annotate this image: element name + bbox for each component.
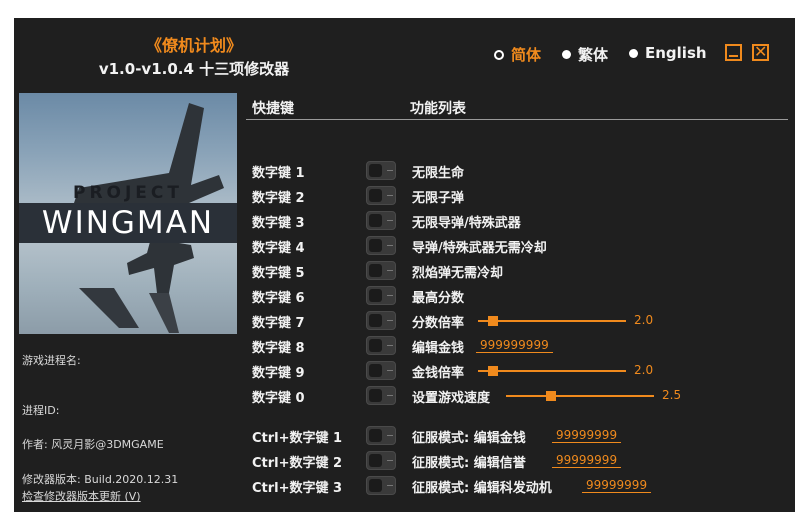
slider-thumb[interactable] [545, 391, 556, 401]
slider-value: 2.0 [634, 313, 654, 327]
cheat-toggle[interactable] [366, 451, 396, 470]
toggle-knob [369, 454, 382, 467]
cheat-toggle[interactable] [366, 236, 396, 255]
slider-thumb[interactable] [488, 316, 499, 326]
trainer-version-title: v1.0-v1.0.4 十三项修改器 [98, 60, 290, 78]
feature-label: 烈焰弹无需冷却 [412, 266, 504, 281]
cheat-toggle[interactable] [366, 311, 396, 330]
toggle-knob [369, 289, 382, 302]
cheat-row: 数字键 7 分数倍率 2.0 [14, 309, 795, 333]
cheat-row: 数字键 2 无限子弹 [14, 184, 795, 208]
lang-english[interactable]: English [629, 44, 707, 62]
slider-track[interactable] [478, 320, 626, 322]
toggle-knob [369, 239, 382, 252]
cheat-row: Ctrl+数字键 3 征服模式: 编辑科发动机 99999999 [14, 474, 795, 498]
hotkey-label: Ctrl+数字键 1 [252, 431, 343, 446]
cheat-toggle[interactable] [366, 361, 396, 380]
cheat-toggle[interactable] [366, 386, 396, 405]
slider-thumb[interactable] [488, 366, 499, 376]
value-edit-field[interactable]: 99999999 [552, 428, 622, 443]
feature-label: 金钱倍率 [412, 366, 465, 381]
feature-label: 无限子弹 [412, 191, 465, 206]
hotkey-label: 数字键 9 [252, 366, 305, 381]
feature-label: 编辑金钱 [412, 341, 465, 356]
slider-value: 2.5 [662, 388, 682, 402]
hotkey-label: 数字键 3 [252, 216, 305, 231]
hotkey-label: Ctrl+数字键 2 [252, 456, 343, 471]
feature-label: 设置游戏速度 [412, 391, 491, 406]
cheat-row: Ctrl+数字键 1 征服模式: 编辑金钱 99999999 [14, 424, 795, 448]
cheat-row: 数字键 3 无限导弹/特殊武器 [14, 209, 795, 233]
cheat-toggle[interactable] [366, 211, 396, 230]
cheat-row: 数字键 9 金钱倍率 2.0 [14, 359, 795, 383]
cheat-row: 数字键 6 最高分数 [14, 284, 795, 308]
feature-label: 分数倍率 [412, 316, 465, 331]
trainer-window: 《僚机计划》 v1.0-v1.0.4 十三项修改器 简体 繁体 English … [14, 18, 795, 512]
header-divider [246, 119, 788, 120]
hotkey-label: 数字键 0 [252, 391, 305, 406]
cheat-row: 数字键 8 编辑金钱 999999999 [14, 334, 795, 358]
radio-icon [562, 50, 571, 59]
value-edit-field[interactable]: 999999999 [476, 338, 553, 353]
feature-label: 导弹/特殊武器无需冷却 [412, 241, 547, 256]
cheat-toggle[interactable] [366, 476, 396, 495]
feature-label: 征服模式: 编辑信誉 [412, 456, 526, 471]
slider-track[interactable] [506, 395, 654, 397]
toggle-knob [369, 189, 382, 202]
cheat-toggle[interactable] [366, 336, 396, 355]
toggle-knob [369, 339, 382, 352]
cheat-row: 数字键 0 设置游戏速度 2.5 [14, 384, 795, 408]
toggle-knob [369, 364, 382, 377]
cheat-row: 数字键 5 烈焰弹无需冷却 [14, 259, 795, 283]
minimize-icon [729, 55, 738, 57]
close-icon: ✕ [754, 42, 768, 61]
game-title: 《僚机计划》 [145, 36, 242, 55]
toggle-knob [369, 214, 382, 227]
value-edit-field[interactable]: 99999999 [582, 478, 652, 493]
hotkey-label: 数字键 2 [252, 191, 305, 206]
slider-track[interactable] [478, 370, 626, 372]
toggle-knob [369, 264, 382, 277]
feature-label: 最高分数 [412, 291, 465, 306]
feature-label: 无限导弹/特殊武器 [412, 216, 521, 231]
cheat-toggle[interactable] [366, 286, 396, 305]
hotkey-label: 数字键 4 [252, 241, 305, 256]
radio-icon [629, 48, 638, 58]
cheat-toggle[interactable] [366, 161, 396, 180]
slider-value: 2.0 [634, 363, 654, 377]
lang-simplified[interactable]: 简体 [494, 44, 541, 65]
value-edit-field[interactable]: 99999999 [552, 453, 622, 468]
feature-label: 征服模式: 编辑金钱 [412, 431, 526, 446]
minimize-button[interactable] [725, 44, 742, 61]
feature-label: 征服模式: 编辑科发动机 [412, 481, 552, 496]
hotkey-label: 数字键 6 [252, 291, 305, 306]
hotkey-column-header: 快捷键 [252, 101, 294, 117]
toggle-knob [369, 164, 382, 177]
cheat-toggle[interactable] [366, 426, 396, 445]
lang-traditional[interactable]: 繁体 [562, 44, 608, 65]
toggle-knob [369, 314, 382, 327]
hotkey-label: 数字键 1 [252, 166, 305, 181]
cheat-toggle[interactable] [366, 186, 396, 205]
radio-selected-icon [494, 49, 504, 60]
hotkey-label: 数字键 8 [252, 341, 305, 356]
toggle-knob [369, 479, 382, 492]
cheat-row: 数字键 4 导弹/特殊武器无需冷却 [14, 234, 795, 258]
features-column-header: 功能列表 [410, 101, 466, 117]
feature-label: 无限生命 [412, 166, 465, 181]
cheat-toggle[interactable] [366, 261, 396, 280]
toggle-knob [369, 389, 382, 402]
close-button[interactable]: ✕ [752, 42, 769, 61]
hotkey-label: 数字键 5 [252, 266, 305, 281]
cheat-row: Ctrl+数字键 2 征服模式: 编辑信誉 99999999 [14, 449, 795, 473]
cheat-row: 数字键 1 无限生命 [14, 159, 795, 183]
hotkey-label: 数字键 7 [252, 316, 305, 331]
toggle-knob [369, 429, 382, 442]
hotkey-label: Ctrl+数字键 3 [252, 481, 343, 496]
